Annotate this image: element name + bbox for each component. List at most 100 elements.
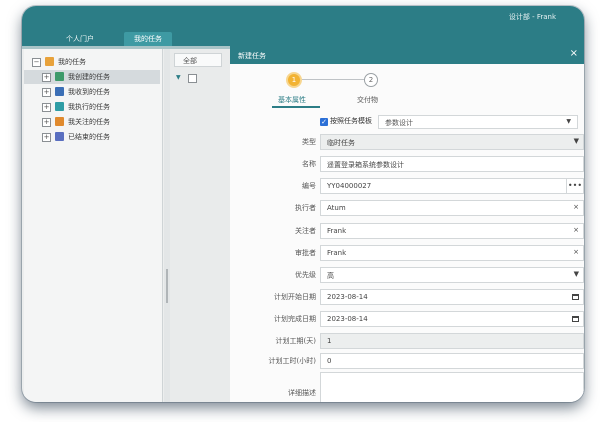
field-start-date: 计划开始日期 2023-08-14: [230, 289, 584, 305]
field-type: 类型 临时任务 ▼ *: [230, 134, 584, 150]
task-tree-panel: − 我的任务 + 我创建的任务 + 我收到的任务 + 我执行的任务 + 我关注的…: [24, 49, 163, 402]
follower-input[interactable]: Frank ×: [320, 223, 584, 239]
approver-input[interactable]: Frank ×: [320, 245, 584, 261]
priority-label: 优先级: [295, 271, 316, 279]
tab-personal-portal[interactable]: 个人门户: [56, 32, 104, 46]
description-textarea[interactable]: [320, 372, 584, 402]
tree-item-label: 已结束的任务: [68, 133, 110, 141]
field-priority: 优先级 高 ▼: [230, 267, 584, 283]
list-row[interactable]: ▼: [170, 71, 230, 85]
step-2-circle[interactable]: 2: [364, 73, 378, 87]
executor-label: 执行者: [295, 204, 316, 212]
code-input[interactable]: YY04000027: [320, 178, 570, 194]
inbox-icon: [55, 87, 64, 96]
end-date-value: 2023-08-14: [327, 315, 368, 323]
field-end-date: 计划完成日期 2023-08-14: [230, 311, 584, 327]
expand-icon[interactable]: +: [42, 73, 51, 82]
end-date-input[interactable]: 2023-08-14: [320, 311, 584, 327]
more-button[interactable]: •••: [566, 178, 584, 194]
tree-item-executing[interactable]: + 我执行的任务: [24, 100, 160, 114]
priority-select[interactable]: 高 ▼: [320, 267, 584, 283]
end-date-label: 计划完成日期: [274, 315, 316, 323]
task-list-icon: [55, 72, 64, 81]
expand-icon[interactable]: +: [42, 118, 51, 127]
code-value: YY04000027: [327, 182, 372, 190]
field-follower: 关注者 Frank ×: [230, 223, 584, 239]
chevron-down-icon[interactable]: ▼: [574, 270, 579, 278]
field-approver: 审批者 Frank ×: [230, 245, 584, 261]
executor-value: Atum: [327, 204, 346, 212]
expand-arrow-icon[interactable]: ▼: [176, 74, 181, 81]
clear-icon[interactable]: ×: [573, 226, 579, 234]
splitter-grip[interactable]: [166, 269, 168, 303]
field-executor: 执行者 Atum ×: [230, 200, 584, 216]
filter-all[interactable]: 全部: [174, 53, 222, 67]
clear-icon[interactable]: ×: [573, 203, 579, 211]
step-1-label[interactable]: 基本属性: [278, 95, 306, 105]
start-date-label: 计划开始日期: [274, 293, 316, 301]
approver-value: Frank: [327, 249, 347, 257]
active-step-underline: [272, 106, 320, 108]
current-user[interactable]: 设计部 - Frank: [509, 12, 556, 22]
type-select[interactable]: 临时任务 ▼: [320, 134, 584, 150]
tree-item-created[interactable]: + 我创建的任务: [24, 70, 160, 84]
template-row: ✓ 按照任务模板 参数设计 ▼: [320, 115, 584, 129]
step-1-circle[interactable]: 1: [286, 72, 302, 88]
field-workdays: 计划工期(天) 1: [230, 333, 584, 349]
name-input[interactable]: 遥置登录箱系统参数设计: [320, 156, 584, 172]
top-bar: 设计部 - Frank: [22, 6, 584, 28]
tree-item-finished[interactable]: + 已结束的任务: [24, 130, 160, 144]
workhours-label: 计划工时(小时): [268, 357, 316, 365]
star-icon: [55, 117, 64, 126]
app-window: 设计部 - Frank 个人门户 我的任务 − 我的任务 + 我创建的任务 + …: [22, 6, 584, 402]
workdays-label: 计划工期(天): [275, 337, 316, 345]
execute-icon: [55, 102, 64, 111]
expand-icon[interactable]: +: [42, 103, 51, 112]
follower-value: Frank: [327, 227, 347, 235]
start-date-input[interactable]: 2023-08-14: [320, 289, 584, 305]
tree-item-label: 我创建的任务: [68, 73, 110, 81]
clear-icon[interactable]: ×: [573, 248, 579, 256]
folder-icon: [45, 57, 54, 66]
template-select[interactable]: 参数设计 ▼: [378, 115, 578, 129]
type-value: 临时任务: [327, 139, 355, 147]
field-workhours: 计划工时(小时) 0: [230, 353, 584, 369]
chevron-down-icon[interactable]: ▼: [574, 137, 579, 145]
archive-icon: [55, 132, 64, 141]
calendar-icon[interactable]: [572, 316, 579, 322]
calendar-icon[interactable]: [572, 294, 579, 300]
executor-input[interactable]: Atum ×: [320, 200, 584, 216]
expand-icon[interactable]: +: [42, 88, 51, 97]
name-label: 名称: [302, 160, 316, 168]
workhours-value: 0: [327, 357, 332, 365]
tab-my-tasks[interactable]: 我的任务: [124, 32, 172, 46]
collapse-icon[interactable]: −: [32, 58, 41, 67]
tree-item-label: 我收到的任务: [68, 88, 110, 96]
description-label: 详细描述: [288, 389, 316, 397]
tree-item-label: 我执行的任务: [68, 103, 110, 111]
priority-value: 高: [327, 272, 334, 280]
close-icon[interactable]: ×: [570, 49, 578, 59]
step-2-label[interactable]: 交付物: [357, 95, 378, 105]
step-connector: [302, 79, 364, 80]
chevron-down-icon[interactable]: ▼: [566, 118, 571, 125]
tree-root-label: 我的任务: [58, 58, 86, 66]
field-name: 名称 遥置登录箱系统参数设计 *: [230, 156, 584, 172]
template-value: 参数设计: [385, 119, 413, 127]
tree-item-received[interactable]: + 我收到的任务: [24, 85, 160, 99]
workdays-value: 1: [327, 337, 332, 345]
use-template-label: 按照任务模板: [330, 117, 372, 125]
start-date-value: 2023-08-14: [327, 293, 368, 301]
row-checkbox[interactable]: [188, 74, 197, 83]
expand-icon[interactable]: +: [42, 133, 51, 142]
tree-root-my-tasks[interactable]: − 我的任务: [24, 55, 162, 69]
dialog-header: 新建任务 ×: [230, 46, 584, 64]
tree-item-label: 我关注的任务: [68, 118, 110, 126]
use-template-checkbox[interactable]: ✓: [320, 118, 328, 126]
workdays-input[interactable]: 1: [320, 333, 584, 349]
type-label: 类型: [302, 138, 316, 146]
name-value: 遥置登录箱系统参数设计: [327, 161, 404, 169]
workhours-input[interactable]: 0: [320, 353, 584, 369]
tree-item-following[interactable]: + 我关注的任务: [24, 115, 160, 129]
step-indicator: 1 2 基本属性 交付物: [230, 64, 584, 110]
